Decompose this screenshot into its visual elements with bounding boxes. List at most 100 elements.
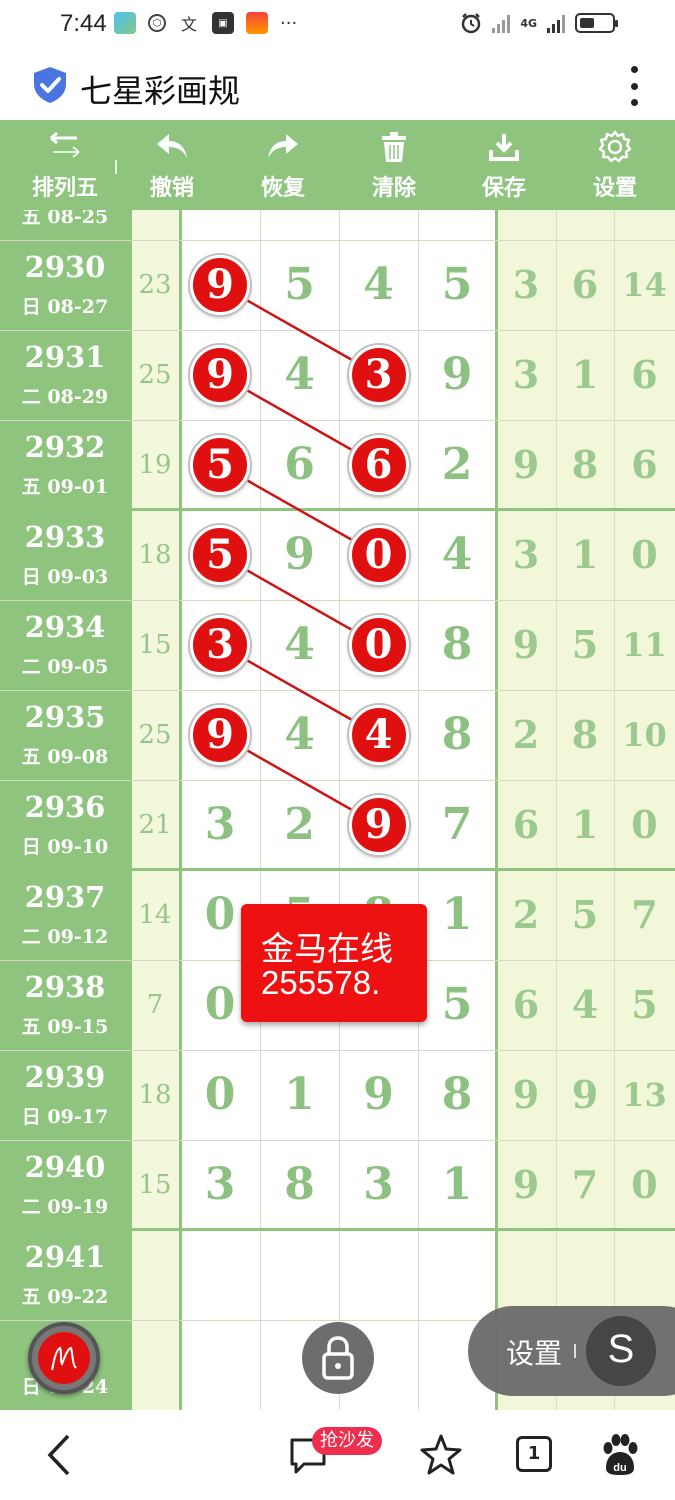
app-icon: ▣ bbox=[212, 12, 234, 34]
digit-cell[interactable]: 5 bbox=[418, 240, 496, 330]
settings-button[interactable]: 设置 bbox=[570, 120, 660, 210]
sum-cell bbox=[130, 1230, 180, 1320]
highlighted-digit-ball[interactable]: 3 bbox=[190, 615, 250, 675]
translate-icon: 文 bbox=[180, 15, 197, 34]
digit-cell[interactable]: 5 bbox=[418, 960, 496, 1050]
stat-cell: 6 bbox=[512, 802, 540, 847]
highlighted-digit-ball[interactable]: 9 bbox=[190, 705, 250, 765]
undo-button[interactable]: 撤销 bbox=[127, 120, 217, 210]
digit-cell[interactable]: 9 bbox=[260, 510, 339, 600]
digit-cell[interactable]: 4 bbox=[260, 330, 339, 420]
issue-date: 日 08-27 bbox=[21, 296, 109, 318]
digit-cell[interactable] bbox=[418, 1230, 496, 1320]
stat-cell: 10 bbox=[622, 716, 667, 754]
save-button[interactable]: 保存 bbox=[459, 120, 549, 210]
highlighted-digit-ball[interactable]: 9 bbox=[190, 255, 250, 315]
sum-cell: 15 bbox=[138, 630, 172, 660]
digit-cell[interactable]: 9 bbox=[418, 330, 496, 420]
redo-button[interactable]: 恢复 bbox=[238, 120, 328, 210]
highlighted-digit-ball[interactable]: 5 bbox=[190, 525, 250, 585]
star-icon[interactable] bbox=[418, 1430, 464, 1480]
watermark-badge: 金马在线 255578. bbox=[241, 904, 427, 1022]
highlighted-digit-ball[interactable]: 0 bbox=[348, 615, 409, 675]
issue-cell: 2932 五 09-01 bbox=[0, 420, 130, 510]
digit-cell[interactable]: 6 bbox=[260, 420, 339, 510]
digit-cell[interactable]: 1 bbox=[418, 870, 496, 960]
digit-cell[interactable]: 8 bbox=[418, 1050, 496, 1140]
app-red-icon bbox=[246, 12, 268, 34]
issue-number: 2933 bbox=[24, 520, 106, 554]
issue-cell: 2940 二 09-19 bbox=[0, 1140, 130, 1230]
highlighted-digit-ball[interactable]: 4 bbox=[348, 705, 409, 765]
lock-icon bbox=[322, 1336, 354, 1380]
digit-cell[interactable]: 4 bbox=[260, 600, 339, 690]
network-type: 4G bbox=[520, 16, 537, 30]
digit-cell[interactable]: 1 bbox=[260, 1050, 339, 1140]
issue-cell: 2931 二 08-29 bbox=[0, 330, 130, 420]
digit-cell[interactable]: 1 bbox=[418, 1140, 496, 1230]
clear-button[interactable]: 清除 bbox=[349, 120, 439, 210]
highlighted-digit-ball[interactable]: 0 bbox=[348, 525, 409, 585]
app-header: 七星彩画规 bbox=[0, 50, 675, 120]
page-title: 七星彩画规 bbox=[80, 72, 241, 110]
stat-cell: 1 bbox=[571, 802, 599, 847]
digit-cell[interactable]: 9 bbox=[339, 1050, 418, 1140]
sum-cell: 21 bbox=[138, 810, 172, 840]
s-button[interactable]: S bbox=[586, 1316, 656, 1386]
stat-cell: 3 bbox=[512, 532, 540, 577]
stat-cell: 5 bbox=[631, 982, 658, 1027]
digit-cell[interactable] bbox=[260, 1230, 339, 1320]
pen-tool-button[interactable] bbox=[28, 1322, 100, 1394]
browser-bottom-nav: 1 du bbox=[0, 1410, 675, 1500]
digit-cell[interactable]: 2 bbox=[260, 780, 339, 870]
digit-cell[interactable]: 4 bbox=[339, 240, 418, 330]
digit-cell[interactable]: 7 bbox=[418, 780, 496, 870]
digit-cell[interactable] bbox=[339, 1230, 418, 1320]
highlighted-digit-ball[interactable]: 9 bbox=[348, 795, 409, 855]
alarm-icon bbox=[462, 13, 481, 34]
digit-cell[interactable]: 5 bbox=[260, 240, 339, 330]
lock-button[interactable] bbox=[302, 1322, 374, 1394]
highlighted-digit-ball[interactable]: 3 bbox=[348, 345, 409, 405]
toolbar-label: 设置 bbox=[592, 176, 637, 201]
digit-cell[interactable] bbox=[180, 1230, 260, 1320]
digit-cell[interactable]: 0 bbox=[180, 1050, 260, 1140]
digit-cell[interactable]: 8 bbox=[260, 1140, 339, 1230]
back-icon[interactable] bbox=[40, 1430, 80, 1480]
digit-cell[interactable] bbox=[180, 1320, 260, 1410]
highlighted-digit-ball[interactable]: 9 bbox=[190, 345, 250, 405]
pen-icon bbox=[38, 1332, 90, 1384]
issue-number: 2939 bbox=[24, 1060, 106, 1094]
screen: 7:44 ⬡ 文 ▣ ··· 4G 七星彩画规 排列五 撤销 恢复 清除 保存 … bbox=[0, 0, 675, 1500]
issue-date: 二 09-12 bbox=[21, 926, 109, 948]
digit-cell[interactable]: 4 bbox=[260, 690, 339, 780]
digit-cell[interactable]: 8 bbox=[418, 600, 496, 690]
toolbar-separator bbox=[115, 160, 117, 174]
digit-cell[interactable]: 4 bbox=[418, 510, 496, 600]
digit-cell[interactable]: 3 bbox=[180, 780, 260, 870]
watermark-line2: 255578. bbox=[261, 964, 381, 1001]
draw-history-grid[interactable]: 五 08-25 2930 日 08-27 23 5 4 5 3 6 14 2931 二 08-29 25… bbox=[0, 210, 675, 1410]
digit-cell[interactable]: 3 bbox=[180, 1140, 260, 1230]
toolbar-label: 保存 bbox=[481, 176, 526, 201]
digit-cell[interactable]: 8 bbox=[418, 690, 496, 780]
issue-number: 2934 bbox=[24, 610, 106, 644]
sofa-badge[interactable]: 抢沙发 bbox=[312, 1427, 382, 1455]
tabs-button[interactable]: 1 bbox=[516, 1436, 552, 1472]
lottery-type-button[interactable]: 排列五 bbox=[20, 120, 110, 210]
stat-cell: 6 bbox=[631, 442, 658, 487]
sum-cell: 14 bbox=[138, 900, 172, 930]
digit-cell[interactable]: 2 bbox=[418, 420, 496, 510]
floating-settings-pill[interactable]: 设置 S bbox=[468, 1306, 675, 1396]
highlighted-digit-ball[interactable]: 6 bbox=[348, 435, 409, 495]
stat-cell: 6 bbox=[512, 982, 540, 1027]
toolbar-label: 撤销 bbox=[149, 176, 194, 201]
stat-cell: 3 bbox=[512, 262, 540, 307]
digit-cell[interactable]: 3 bbox=[339, 1140, 418, 1230]
floating-settings-label[interactable]: 设置 bbox=[506, 1332, 562, 1372]
highlighted-digit-ball[interactable]: 5 bbox=[190, 435, 250, 495]
more-options-icon[interactable] bbox=[629, 66, 639, 106]
pill-separator bbox=[574, 1344, 576, 1358]
toolbar-label: 清除 bbox=[371, 176, 416, 201]
baidu-paw-icon[interactable]: du bbox=[598, 1430, 642, 1480]
